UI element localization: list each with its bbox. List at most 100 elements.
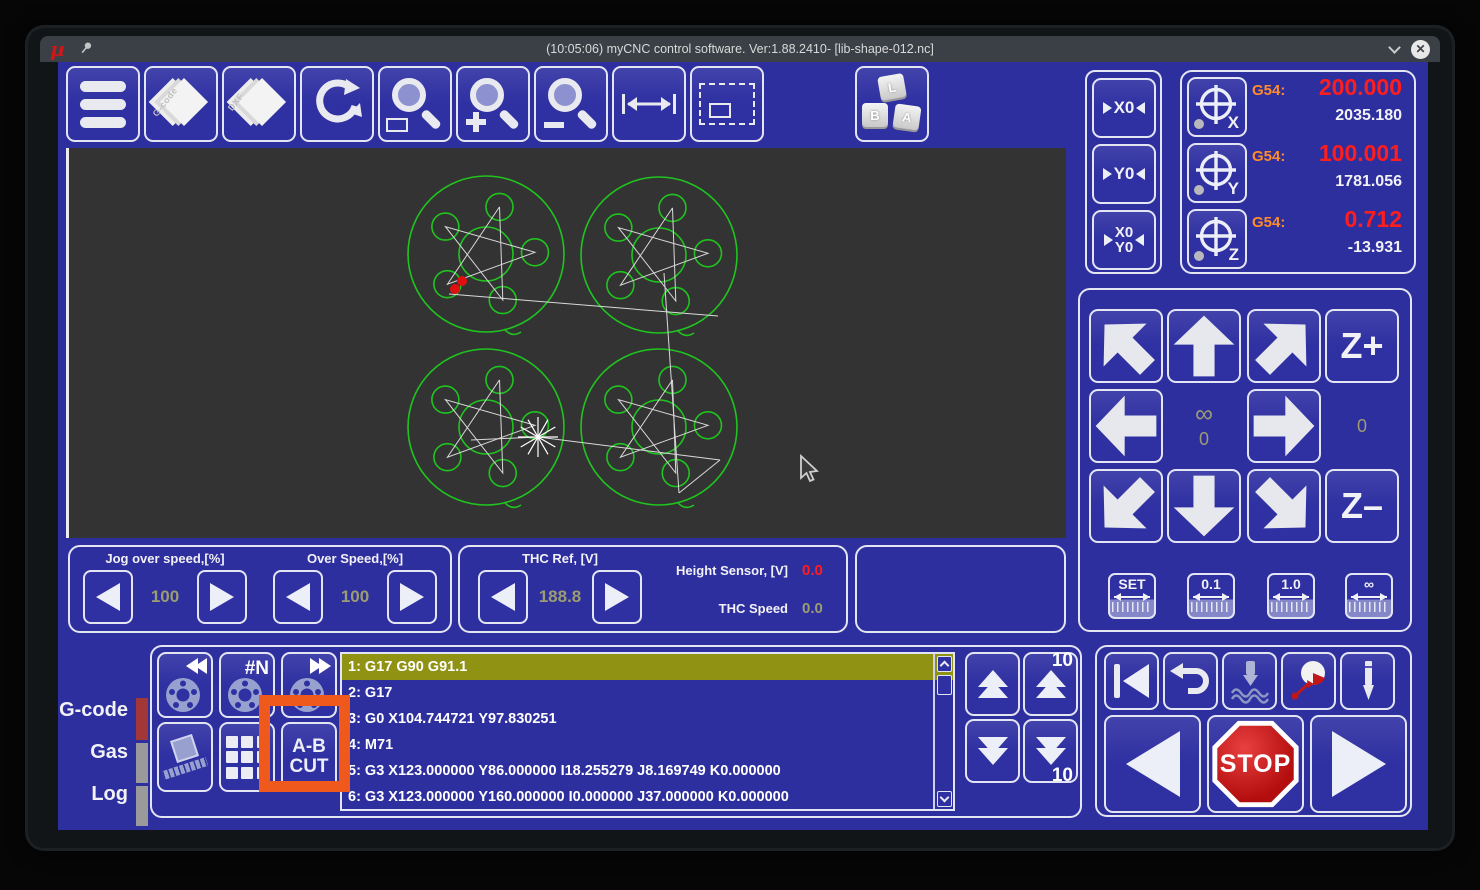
- run-backward-button[interactable]: [1104, 715, 1201, 813]
- over-speed-label: Over Speed,[%]: [306, 551, 404, 566]
- jog-step-01-button[interactable]: 0.1: [1187, 573, 1235, 619]
- back-to-path-button[interactable]: [1163, 652, 1218, 710]
- line-down-10-button[interactable]: 10: [1023, 719, 1078, 786]
- g54-label: G54:: [1252, 214, 1286, 231]
- set-x0-button[interactable]: X0: [1092, 78, 1156, 138]
- line-up-button[interactable]: [965, 652, 1020, 716]
- line-up-10-button[interactable]: 10: [1023, 650, 1078, 716]
- tab-gcode[interactable]: G-code: [58, 699, 128, 722]
- probe-button[interactable]: [1281, 652, 1336, 710]
- set-y0-button[interactable]: Y0: [1092, 144, 1156, 204]
- gcode-list[interactable]: 1: G17 G90 G91.1 2: G17 3: G0 X104.74472…: [340, 652, 955, 811]
- close-icon[interactable]: ✕: [1411, 39, 1430, 59]
- chevron-up-icon: [939, 660, 950, 671]
- step-infinity-label: ∞: [1364, 576, 1374, 592]
- step-10-label: 1.0: [1281, 576, 1301, 592]
- jog-se-button[interactable]: [1247, 469, 1321, 543]
- gcode-line[interactable]: 5: G3 X123.000000 Y86.000000 I18.255279 …: [342, 758, 953, 784]
- axis-y-button[interactable]: Y: [1187, 143, 1247, 203]
- prev-part-button[interactable]: [157, 652, 213, 718]
- measure-icon: [622, 94, 676, 114]
- pen-down-icon: [1362, 661, 1374, 700]
- jog-ne-button[interactable]: [1247, 309, 1321, 383]
- gcode-line[interactable]: 3: G0 X104.744721 Y97.830251: [342, 706, 953, 732]
- pierce-button[interactable]: [1222, 652, 1277, 710]
- left-triangle-icon: [96, 583, 120, 611]
- thc-ref-value: 188.8: [538, 587, 582, 606]
- thc-ref-increase-button[interactable]: [592, 570, 642, 624]
- axis-x-button[interactable]: X: [1187, 77, 1247, 137]
- gcode-line[interactable]: 2: G17: [342, 680, 953, 706]
- jog-step-set-button[interactable]: SET: [1108, 573, 1156, 619]
- play-forward-icon: [1331, 731, 1386, 797]
- scroll-thumb[interactable]: [937, 675, 952, 695]
- right-triangle-icon: [1103, 234, 1113, 246]
- key-a: A: [892, 103, 922, 131]
- zoom-fit-icon: [386, 76, 444, 132]
- jog-sw-button[interactable]: [1089, 469, 1163, 543]
- jog-w-button[interactable]: [1089, 389, 1163, 463]
- g54-label: G54:: [1252, 82, 1286, 99]
- jog-speed-panel: Jog over speed,[%] 100 Over Speed,[%] 10…: [68, 545, 452, 633]
- zoom-in-button[interactable]: [456, 66, 530, 142]
- zoom-fit-button[interactable]: [378, 66, 452, 142]
- gcode-line[interactable]: 1: G17 G90 G91.1: [342, 654, 953, 680]
- jog-z-plus-button[interactable]: Z+: [1325, 309, 1399, 383]
- y-work-value: 100.001: [1318, 140, 1402, 166]
- window: µ (10:05:06) myCNC control software. Ver…: [28, 28, 1452, 848]
- zoom-out-button[interactable]: [534, 66, 608, 142]
- axis-y-letter: Y: [1227, 179, 1239, 198]
- rotate-part-button[interactable]: [157, 722, 213, 792]
- arrow-sw-icon: [1103, 477, 1155, 529]
- thc-ref-decrease-button[interactable]: [478, 570, 528, 624]
- over-speed-increase-button[interactable]: [387, 570, 437, 624]
- jog-n-button[interactable]: [1167, 309, 1241, 383]
- step-01-label: 0.1: [1201, 576, 1221, 592]
- set-xy0-button[interactable]: X0 Y0: [1092, 210, 1156, 270]
- measure-button[interactable]: [612, 66, 686, 142]
- open-gcode-button[interactable]: G-code: [144, 66, 218, 142]
- jog-z-value: 0: [1356, 415, 1367, 436]
- open-gcode-icon: G-code: [150, 73, 212, 135]
- run-from-start-button[interactable]: [1104, 652, 1159, 710]
- gcode-line[interactable]: 6: G3 X123.000000 Y160.000000 I0.000000 …: [342, 784, 953, 809]
- pen-down-button[interactable]: [1340, 652, 1395, 710]
- open-dxf-button[interactable]: DXF: [222, 66, 296, 142]
- tab-gas[interactable]: Gas: [58, 741, 128, 764]
- arrow-down-icon: [1173, 475, 1235, 537]
- up-arrow-icon: [1035, 681, 1066, 698]
- ruler-icon: [1112, 602, 1152, 612]
- reload-button[interactable]: [300, 66, 374, 142]
- work-area-button[interactable]: [690, 66, 764, 142]
- hotkeys-button[interactable]: L B A: [855, 66, 929, 142]
- over-speed-decrease-button[interactable]: [273, 570, 323, 624]
- jog-speed-decrease-button[interactable]: [83, 570, 133, 624]
- skip-to-start-icon: [1114, 664, 1149, 698]
- run-forward-button[interactable]: [1310, 715, 1407, 813]
- menu-button[interactable]: [66, 66, 140, 142]
- scroll-up-button[interactable]: [937, 656, 952, 672]
- down-10-label: 10: [1051, 765, 1073, 786]
- up-arrow-icon: [977, 681, 1008, 698]
- axis-dot-icon: [1194, 119, 1204, 129]
- gcode-line[interactable]: 4: M71: [342, 732, 953, 758]
- gcode-scrollbar[interactable]: [933, 654, 953, 809]
- undo-icon: [1169, 663, 1209, 694]
- toolpath-canvas[interactable]: [66, 148, 1066, 538]
- x-work-value: 200.000: [1318, 74, 1402, 100]
- jog-speed-increase-button[interactable]: [197, 570, 247, 624]
- jog-step-infinity-button[interactable]: ∞: [1345, 573, 1393, 619]
- jog-z-minus-button[interactable]: Z–: [1325, 469, 1399, 543]
- shade-chevron-icon[interactable]: [1388, 40, 1401, 54]
- stop-button[interactable]: STOP: [1207, 715, 1304, 813]
- tab-log[interactable]: Log: [58, 783, 128, 806]
- jog-s-button[interactable]: [1167, 469, 1241, 543]
- xy0-label-x: X0: [1114, 224, 1134, 241]
- jog-nw-button[interactable]: [1089, 309, 1163, 383]
- jog-e-button[interactable]: [1247, 389, 1321, 463]
- line-down-button[interactable]: [965, 719, 1020, 783]
- axis-z-button[interactable]: Z: [1187, 209, 1247, 269]
- height-sensor-value: 0.0: [802, 561, 823, 579]
- jog-step-10-button[interactable]: 1.0: [1267, 573, 1315, 619]
- scroll-down-button[interactable]: [937, 791, 952, 807]
